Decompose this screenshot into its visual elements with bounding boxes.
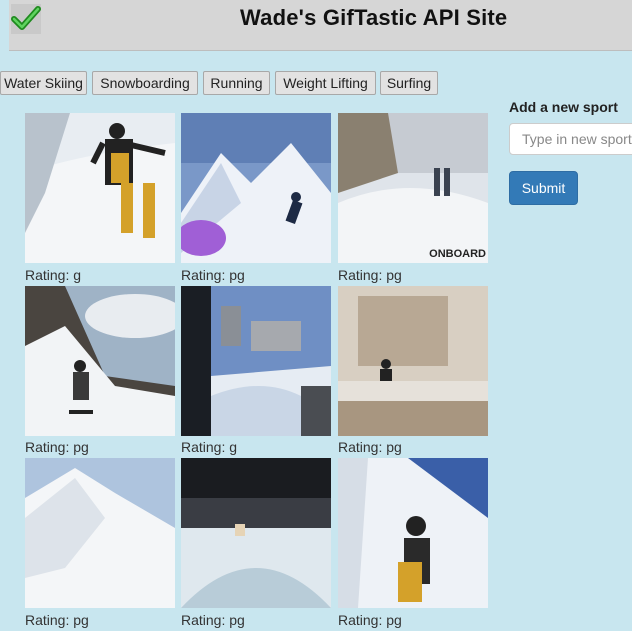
gif-rating: Rating: pg <box>181 612 245 628</box>
sport-button-water-skiing[interactable]: Water Skiing <box>0 71 87 95</box>
gif-image[interactable] <box>181 458 331 608</box>
gif-image[interactable] <box>25 458 175 608</box>
gif-image[interactable] <box>338 458 488 608</box>
gif-rating: Rating: pg <box>25 439 89 455</box>
gif-rating: Rating: pg <box>338 612 402 628</box>
page-title: Wade's GifTastic API Site <box>240 5 508 30</box>
gif-image[interactable] <box>181 286 331 436</box>
gif-rating: Rating: pg <box>338 267 402 283</box>
gif-rating: Rating: pg <box>338 439 402 455</box>
sport-button-weight-lifting[interactable]: Weight Lifting <box>275 71 376 95</box>
gif-image[interactable] <box>25 113 175 263</box>
new-sport-input[interactable] <box>509 123 632 155</box>
sport-button-running[interactable]: Running <box>203 71 270 95</box>
gif-image[interactable] <box>338 286 488 436</box>
gif-image[interactable] <box>181 113 331 263</box>
gif-image[interactable]: ONBOARD <box>338 113 488 263</box>
gif-image[interactable] <box>25 286 175 436</box>
green-checkmark-icon <box>11 4 41 34</box>
gif-rating: Rating: pg <box>181 267 245 283</box>
gif-watermark: ONBOARD <box>429 248 486 260</box>
add-sport-label: Add a new sport <box>509 99 618 115</box>
submit-button[interactable]: Submit <box>509 171 578 205</box>
sport-button-snowboarding[interactable]: Snowboarding <box>92 71 198 95</box>
gif-rating: Rating: g <box>25 267 82 283</box>
sport-button-surfing[interactable]: Surfing <box>380 71 438 95</box>
gif-rating: Rating: g <box>181 439 238 455</box>
page-header: Wade's GifTastic API Site <box>9 0 632 51</box>
gif-rating: Rating: pg <box>25 612 89 628</box>
